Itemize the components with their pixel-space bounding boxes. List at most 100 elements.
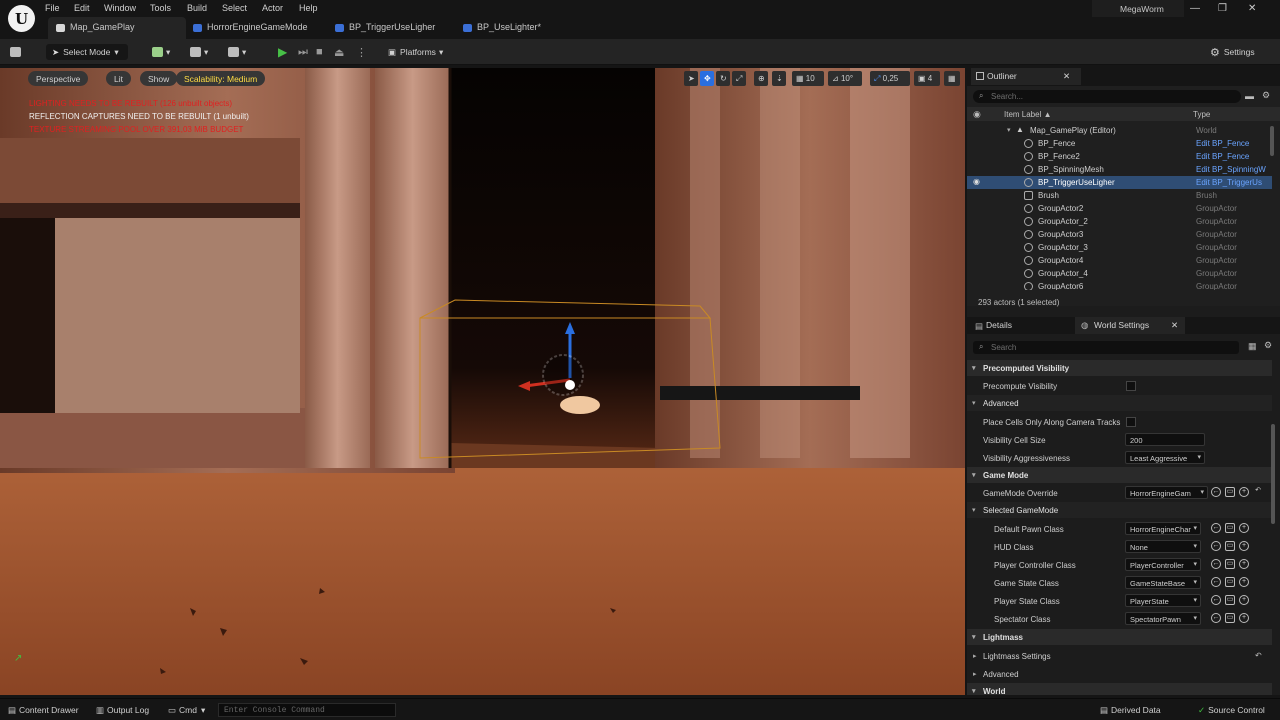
cmd-dropdown[interactable]: ▭ Cmd ▾ (168, 705, 205, 716)
visibility-aggressiveness-select[interactable]: Least Aggressive ▾ (1125, 451, 1205, 464)
menu-actor[interactable]: Actor (262, 3, 283, 13)
outliner-scrollbar[interactable] (1270, 126, 1274, 156)
play-icon[interactable]: ▶ (278, 44, 287, 60)
cinematics-icon[interactable]: ▾ (228, 44, 246, 60)
scalability-button[interactable]: Scalability: Medium (176, 71, 266, 86)
add-actor-icon[interactable]: ▾ (152, 44, 170, 60)
gamemode-override-select[interactable]: HorrorEngineGam ▾ (1125, 486, 1208, 499)
table-view-icon[interactable]: ▦ (1248, 341, 1257, 352)
tab-map-gameplay[interactable]: Map_GamePlay (48, 17, 186, 39)
blueprints-icon[interactable]: ▾ (190, 44, 208, 60)
hud-class-select[interactable]: None ▾ (1125, 540, 1201, 553)
add-icon[interactable]: + (1239, 523, 1249, 533)
settings-button[interactable]: ⚙ Settings (1210, 44, 1255, 60)
folder-icon[interactable]: ▬ (1245, 91, 1254, 101)
tab-bp-use-lighter[interactable]: BP_UseLighter* (455, 17, 565, 39)
add-icon[interactable]: + (1239, 595, 1249, 605)
close-icon[interactable]: ✕ (1171, 320, 1178, 331)
unreal-logo-icon[interactable]: U (8, 5, 35, 32)
user-badge[interactable]: MegaWorm (1092, 0, 1184, 17)
section-precomputed-visibility[interactable]: ▾ Precomputed Visibility (967, 360, 1272, 376)
minimize-icon[interactable]: — (1190, 3, 1200, 14)
show-button[interactable]: Show (140, 71, 178, 86)
browse-icon[interactable]: ▭ (1225, 487, 1235, 497)
outliner-row[interactable]: GroupActor2 GroupActor (967, 202, 1272, 215)
precompute-visibility-checkbox[interactable] (1126, 381, 1136, 391)
eject-icon[interactable]: ⏏ (334, 44, 344, 60)
play-options-icon[interactable]: ⋮ (356, 44, 367, 60)
add-icon[interactable]: + (1239, 487, 1249, 497)
menu-window[interactable]: Window (104, 3, 136, 13)
add-icon[interactable]: + (1239, 541, 1249, 551)
spectator-class-select[interactable]: SpectatorPawn ▾ (1125, 612, 1201, 625)
menu-file[interactable]: File (45, 3, 60, 13)
add-icon[interactable]: + (1239, 577, 1249, 587)
outliner-row-selected[interactable]: ◉ BP_TriggerUseLigher Edit BP_TriggerUs (967, 176, 1272, 189)
row-type-link[interactable]: Edit BP_TriggerUs (1196, 178, 1272, 187)
close-icon[interactable]: ✕ (1063, 71, 1070, 82)
platforms-dropdown[interactable]: ▣ Platforms ▾ (388, 44, 443, 60)
section-world[interactable]: ▾ World (967, 683, 1272, 695)
level-viewport[interactable]: Perspective Lit Show Scalability: Medium… (0, 68, 965, 695)
player-state-class-select[interactable]: PlayerState ▾ (1125, 594, 1201, 607)
row-lightmass-settings[interactable]: ▸ Lightmass Settings ↶ (967, 647, 1272, 665)
place-cells-checkbox[interactable] (1126, 417, 1136, 427)
lit-button[interactable]: Lit (106, 71, 131, 86)
perspective-button[interactable]: Perspective (28, 71, 89, 86)
browse-icon[interactable]: ▭ (1225, 523, 1235, 533)
browse-icon[interactable]: ▭ (1225, 541, 1235, 551)
rotation-snap-value[interactable]: ⊿ 10° (828, 71, 862, 86)
world-space-icon[interactable]: ⊕ (754, 71, 768, 86)
stop-icon[interactable]: ■ (316, 44, 323, 60)
column-type[interactable]: Type (1193, 110, 1210, 119)
back-arrow-icon[interactable]: ← (1211, 559, 1221, 569)
reset-icon[interactable]: ↶ (1255, 651, 1262, 660)
default-pawn-class-select[interactable]: HorrorEngineChar ▾ (1125, 522, 1201, 535)
player-controller-class-select[interactable]: PlayerController ▾ (1125, 558, 1201, 571)
back-arrow-icon[interactable]: ← (1211, 577, 1221, 587)
browse-icon[interactable]: ▭ (1225, 613, 1235, 623)
reset-icon[interactable]: ↶ (1253, 487, 1263, 497)
tab-bp-trigger-use-ligher[interactable]: BP_TriggerUseLigher (327, 17, 457, 39)
visibility-icon[interactable]: ◉ (973, 177, 980, 186)
tab-outliner[interactable]: Outliner ✕ (971, 68, 1081, 85)
output-log-button[interactable]: ▥ Output Log (96, 705, 149, 716)
source-control-button[interactable]: ✓ Source Control (1198, 705, 1265, 716)
menu-select[interactable]: Select (222, 3, 247, 13)
row-type-link[interactable]: Edit BP_Fence (1196, 139, 1272, 148)
outliner-row[interactable]: GroupActor6 GroupActor (967, 280, 1272, 290)
row-type-link[interactable]: Edit BP_SpinningW (1196, 165, 1272, 174)
details-search-input[interactable]: ⌕ Search (973, 341, 1239, 354)
translate-tool-icon[interactable]: ✥ (700, 71, 714, 86)
row-type-link[interactable]: Edit BP_Fence (1196, 152, 1272, 161)
menu-tools[interactable]: Tools (150, 3, 171, 13)
section-lightmass[interactable]: ▾ Lightmass (967, 629, 1272, 645)
outliner-row[interactable]: GroupActor3 GroupActor (967, 228, 1272, 241)
game-state-class-select[interactable]: GameStateBase ▾ (1125, 576, 1201, 589)
section-selected-gamemode[interactable]: ▾ Selected GameMode (967, 502, 1272, 518)
menu-build[interactable]: Build (187, 3, 207, 13)
derived-data-button[interactable]: ▤ Derived Data (1100, 705, 1161, 716)
back-arrow-icon[interactable]: ← (1211, 487, 1221, 497)
details-scrollbar[interactable] (1271, 424, 1275, 524)
restore-icon[interactable]: ❐ (1218, 3, 1227, 14)
outliner-row[interactable]: ▾ ▲ Map_GamePlay (Editor) World (967, 124, 1272, 137)
outliner-row[interactable]: BP_SpinningMesh Edit BP_SpinningW (967, 163, 1272, 176)
outliner-row[interactable]: GroupActor4 GroupActor (967, 254, 1272, 267)
scale-snap-value[interactable]: ⤢ 0,25 (870, 71, 910, 86)
outliner-row[interactable]: GroupActor_2 GroupActor (967, 215, 1272, 228)
visibility-icon[interactable]: ◉ (973, 109, 981, 120)
row-advanced-lightmass[interactable]: ▸ Advanced (967, 665, 1272, 683)
grid-snap-value[interactable]: ▦ 10 (792, 71, 824, 86)
maximize-viewport-icon[interactable]: ▦ (944, 71, 960, 86)
camera-speed-value[interactable]: ▣ 4 (914, 71, 940, 86)
section-advanced[interactable]: ▾ Advanced (967, 395, 1272, 411)
browse-icon[interactable]: ▭ (1225, 595, 1235, 605)
menu-edit[interactable]: Edit (74, 3, 90, 13)
menu-help[interactable]: Help (299, 3, 318, 13)
close-icon[interactable]: ✕ (1248, 3, 1256, 14)
outliner-row[interactable]: BP_Fence2 Edit BP_Fence (967, 150, 1272, 163)
tab-world-settings[interactable]: ◍ World Settings ✕ (1075, 317, 1185, 334)
outliner-row[interactable]: GroupActor_3 GroupActor (967, 241, 1272, 254)
select-mode-dropdown[interactable]: ➤ Select Mode ▾ (46, 44, 128, 60)
